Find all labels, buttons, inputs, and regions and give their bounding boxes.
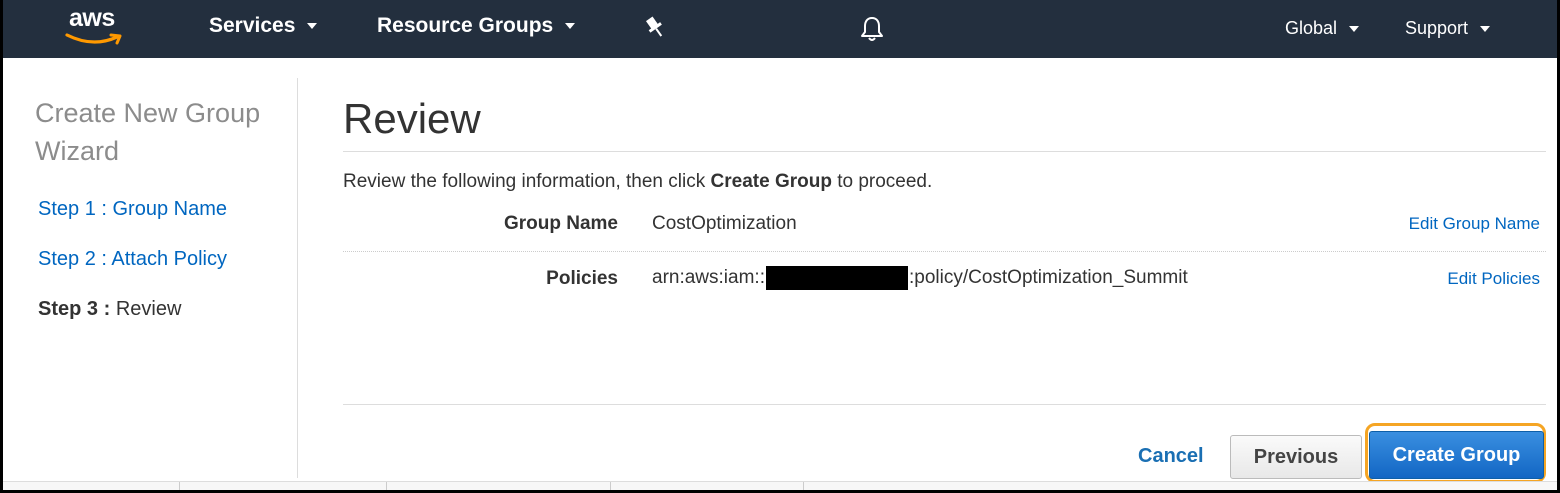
- region-menu[interactable]: Global: [1285, 18, 1360, 39]
- edit-policies-link[interactable]: Edit Policies: [1447, 269, 1540, 289]
- services-label: Services: [209, 14, 296, 37]
- step-3-current: Step 3 : Review: [38, 298, 181, 321]
- cancel-button[interactable]: Cancel: [1138, 445, 1204, 468]
- create-group-button[interactable]: Create Group: [1369, 431, 1544, 479]
- edit-group-name-link[interactable]: Edit Group Name: [1409, 214, 1540, 234]
- step-2-label: Attach Policy: [111, 248, 227, 270]
- services-menu[interactable]: Services: [209, 14, 318, 38]
- aws-logo-text: aws: [69, 4, 115, 32]
- step-1-link[interactable]: Step 1 : Group Name: [38, 198, 227, 221]
- intro-bold: Create Group: [710, 171, 832, 192]
- wizard-title: Create New Group Wizard: [35, 98, 261, 166]
- chevron-down-icon: [1349, 25, 1360, 32]
- policy-arn-suffix: :policy/CostOptimization_Summit: [908, 267, 1188, 288]
- group-name-label: Group Name: [503, 213, 618, 234]
- wizard-sidebar: Create New Group Wizard Step 1 : Group N…: [3, 78, 298, 478]
- bell-icon[interactable]: [859, 15, 885, 43]
- step-1-number: Step 1 :: [38, 198, 107, 220]
- step-2-number: Step 2 :: [38, 248, 107, 270]
- region-label: Global: [1285, 18, 1338, 38]
- row-divider: [343, 251, 1546, 252]
- chevron-down-icon: [565, 23, 576, 29]
- policies-value: arn:aws:iam:: :policy/CostOptimization_S…: [652, 266, 1188, 290]
- step-3-number: Step 3 :: [38, 298, 111, 320]
- resource-groups-label: Resource Groups: [377, 14, 554, 37]
- policy-arn-prefix: arn:aws:iam::: [652, 267, 765, 288]
- support-menu[interactable]: Support: [1405, 18, 1491, 39]
- footer-divider: [343, 404, 1546, 405]
- policies-label: Policies: [546, 268, 618, 289]
- previous-button[interactable]: Previous: [1230, 435, 1362, 479]
- title-divider: [343, 151, 1546, 152]
- aws-logo[interactable]: aws: [63, 4, 135, 50]
- intro-prefix: Review the following information, then c…: [343, 171, 711, 192]
- group-name-value: CostOptimization: [652, 213, 797, 234]
- bottom-strip: [3, 481, 1557, 491]
- step-3-label: Review: [115, 298, 182, 320]
- resource-groups-menu[interactable]: Resource Groups: [377, 14, 576, 38]
- redacted-account-id: [765, 266, 908, 290]
- page-title: Review: [343, 95, 481, 142]
- intro-suffix: to proceed.: [831, 171, 933, 192]
- step-2-link[interactable]: Step 2 : Attach Policy: [38, 248, 227, 271]
- intro-text: Review the following information, then c…: [343, 171, 932, 193]
- top-navbar: aws Services Resource Groups Global Supp…: [3, 0, 1557, 58]
- chevron-down-icon: [1480, 25, 1491, 32]
- step-1-label: Group Name: [112, 198, 228, 220]
- support-label: Support: [1405, 18, 1469, 38]
- pin-icon[interactable]: [643, 15, 669, 43]
- chevron-down-icon: [307, 23, 318, 29]
- aws-smile-icon: [65, 33, 122, 45]
